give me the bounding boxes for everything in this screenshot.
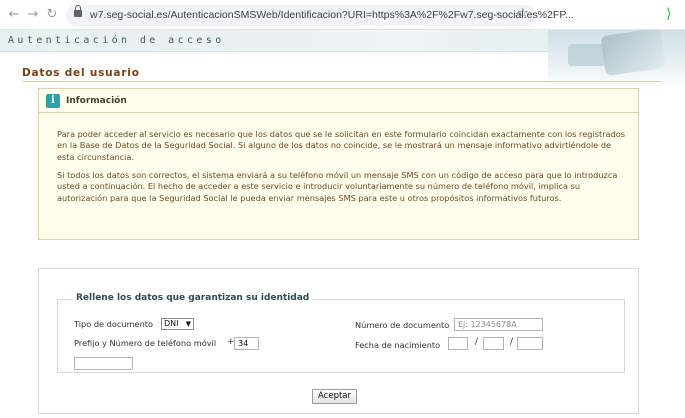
birth-month-input[interactable] [483, 337, 504, 350]
info-title: Información [66, 96, 127, 106]
accept-button[interactable]: Aceptar [312, 389, 357, 404]
doc-number-input[interactable]: Ej: 12345678A [454, 318, 543, 331]
phone-number-input[interactable] [74, 357, 133, 370]
info-icon: i [46, 94, 60, 108]
birth-day-input[interactable] [448, 337, 468, 350]
doc-type-select[interactable]: DNI ▼ [161, 318, 194, 330]
chevron-down-icon: ▼ [185, 320, 191, 328]
date-separator: / [475, 337, 479, 347]
url-text[interactable]: w7.seg-social.es/AutenticacionSMSWeb/Ide… [90, 9, 574, 21]
birth-year-input[interactable] [517, 337, 543, 350]
info-paragraph-2: Si todos los datos son correctos, el sis… [57, 170, 618, 203]
header-title: Autenticación de acceso [8, 35, 225, 46]
info-header: i Información [39, 89, 638, 113]
star-icon[interactable]: ☆ [517, 6, 529, 21]
doc-type-value: DNI [164, 319, 179, 328]
doc-number-label: Número de documento [355, 320, 450, 330]
identity-fieldset: Rellene los datos que garantizan su iden… [57, 293, 625, 373]
date-separator: / [510, 337, 514, 347]
doc-type-label: Tipo de documento [74, 319, 153, 329]
info-panel: i Información Para poder acceder al serv… [38, 88, 639, 240]
browser-toolbar: ← → ↻ w7.seg-social.es/AutenticacionSMSW… [0, 0, 685, 30]
arrow-left-icon[interactable]: ← [6, 7, 22, 23]
lock-icon[interactable] [74, 5, 82, 17]
identity-form: Rellene los datos que garantizan su iden… [38, 268, 639, 414]
arrow-right-icon[interactable]: → [25, 7, 41, 23]
birth-date-label: Fecha de nacimiento [355, 340, 441, 350]
phone-prefix-input[interactable]: 34 [234, 337, 259, 350]
info-paragraph-1: Para poder acceder al servicio es necesa… [57, 129, 626, 162]
address-bar[interactable]: w7.seg-social.es/AutenticacionSMSWeb/Ide… [66, 5, 574, 26]
phone-label: Prefijo y Número de teléfono móvil [74, 338, 217, 348]
extension-icon[interactable]: ⟩ [666, 6, 671, 22]
fieldset-legend: Rellene los datos que garantizan su iden… [72, 293, 314, 303]
page-title: Datos del usuario [22, 67, 140, 79]
reload-icon[interactable]: ↻ [44, 7, 60, 23]
title-divider [22, 81, 662, 82]
